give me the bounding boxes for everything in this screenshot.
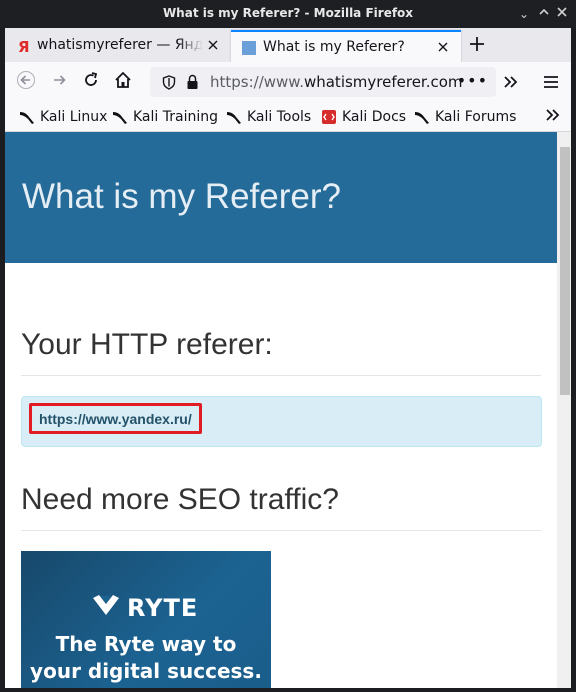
window-frame-bottom (0, 688, 576, 692)
page-favicon-icon (241, 40, 257, 56)
kali-dragon-icon (19, 109, 35, 125)
url-domain: whatismyreferer.com (303, 73, 463, 91)
back-button[interactable] (12, 68, 40, 96)
divider (21, 530, 541, 531)
close-tab-icon[interactable] (205, 38, 221, 54)
divider (21, 375, 541, 376)
reload-icon (82, 71, 100, 93)
window-title: What is my Referer? - Mozilla Firefox (162, 6, 414, 20)
bookmark-label: Kali Linux (40, 109, 108, 125)
ryte-brand: RYTE (91, 593, 198, 623)
maximize-icon[interactable] (536, 6, 552, 22)
hero-title: What is my Referer? (22, 177, 341, 216)
lock-icon[interactable] (186, 74, 199, 94)
bookmark-label: Kali Forums (435, 109, 517, 125)
bookmark-label: Kali Docs (342, 109, 407, 125)
svg-text:Я: Я (18, 38, 30, 54)
bookmark-kali-tools[interactable]: Kali Tools (226, 108, 311, 126)
close-tab-icon[interactable] (435, 40, 451, 56)
home-icon (114, 71, 132, 93)
kali-docs-icon (321, 109, 337, 125)
seo-heading: Need more SEO traffic? (21, 483, 339, 516)
kali-dragon-icon (112, 109, 128, 125)
tab-label: What is my Referer? (263, 39, 405, 55)
bookmark-kali-training[interactable]: Kali Training (112, 108, 218, 126)
tab-referer[interactable]: What is my Referer? (231, 30, 461, 62)
hamburger-menu-icon[interactable] (537, 68, 565, 96)
overflow-chevrons-icon[interactable] (497, 68, 525, 96)
browser-window: What is my Referer? - Mozilla Firefox ⌄ … (0, 0, 576, 692)
ad-tagline-line1: The Ryte way to (55, 632, 237, 656)
shield-icon[interactable] (162, 75, 176, 94)
more-dots-icon[interactable]: ••• (457, 71, 488, 90)
kali-dragon-icon (226, 109, 242, 125)
bookmark-label: Kali Tools (247, 109, 312, 125)
scrollbar-thumb[interactable] (560, 147, 570, 395)
close-window-icon[interactable] (554, 6, 570, 22)
tab-yandex[interactable]: Я whatismyreferer — Яндекс (5, 30, 231, 62)
hero-banner: What is my Referer? (5, 132, 557, 263)
url-text[interactable]: https://www.whatismyreferer.com (210, 73, 463, 91)
back-arrow-icon (17, 71, 35, 93)
forward-button[interactable] (46, 68, 74, 96)
home-button[interactable] (109, 68, 137, 96)
url-bar[interactable]: https://www.whatismyreferer.com ••• (150, 67, 496, 97)
new-tab-button[interactable] (463, 32, 491, 60)
ryte-brand-text: RYTE (127, 594, 199, 622)
ryte-logo-icon (91, 593, 121, 623)
ryte-ad-banner[interactable]: RYTE The Ryte way to your digital succes… (21, 551, 271, 688)
kali-dragon-icon (414, 109, 430, 125)
referer-value-link[interactable]: https://www.yandex.ru/ (29, 403, 202, 434)
referer-box: https://www.yandex.ru/ (21, 396, 542, 447)
minimize-icon[interactable]: ⌄ (516, 6, 532, 22)
referer-heading: Your HTTP referer: (21, 328, 273, 361)
navigation-bar: https://www.whatismyreferer.com ••• (5, 62, 571, 102)
title-bar: What is my Referer? - Mozilla Firefox ⌄ (0, 0, 576, 28)
page-content: What is my Referer? Your HTTP referer: h… (5, 132, 557, 688)
yandex-favicon-icon: Я (15, 38, 31, 56)
reload-button[interactable] (77, 68, 105, 96)
bookmark-kali-forums[interactable]: Kali Forums (414, 108, 516, 126)
forward-arrow-icon (51, 71, 69, 93)
bookmarks-overflow-chevrons-icon[interactable] (545, 107, 561, 126)
tab-strip: Я whatismyreferer — Яндекс What is my Re… (5, 28, 571, 62)
url-prefix: https://www. (210, 73, 304, 91)
tab-label: whatismyreferer — Яндекс (37, 37, 203, 53)
bookmark-kali-docs[interactable]: Kali Docs (321, 108, 406, 126)
ad-tagline-line2: your digital success. (30, 659, 262, 683)
bookmarks-toolbar: Kali Linux Kali Training Kali Tools Kali… (5, 102, 571, 132)
bookmark-label: Kali Training (133, 109, 218, 125)
bookmark-kali-linux[interactable]: Kali Linux (19, 108, 107, 126)
